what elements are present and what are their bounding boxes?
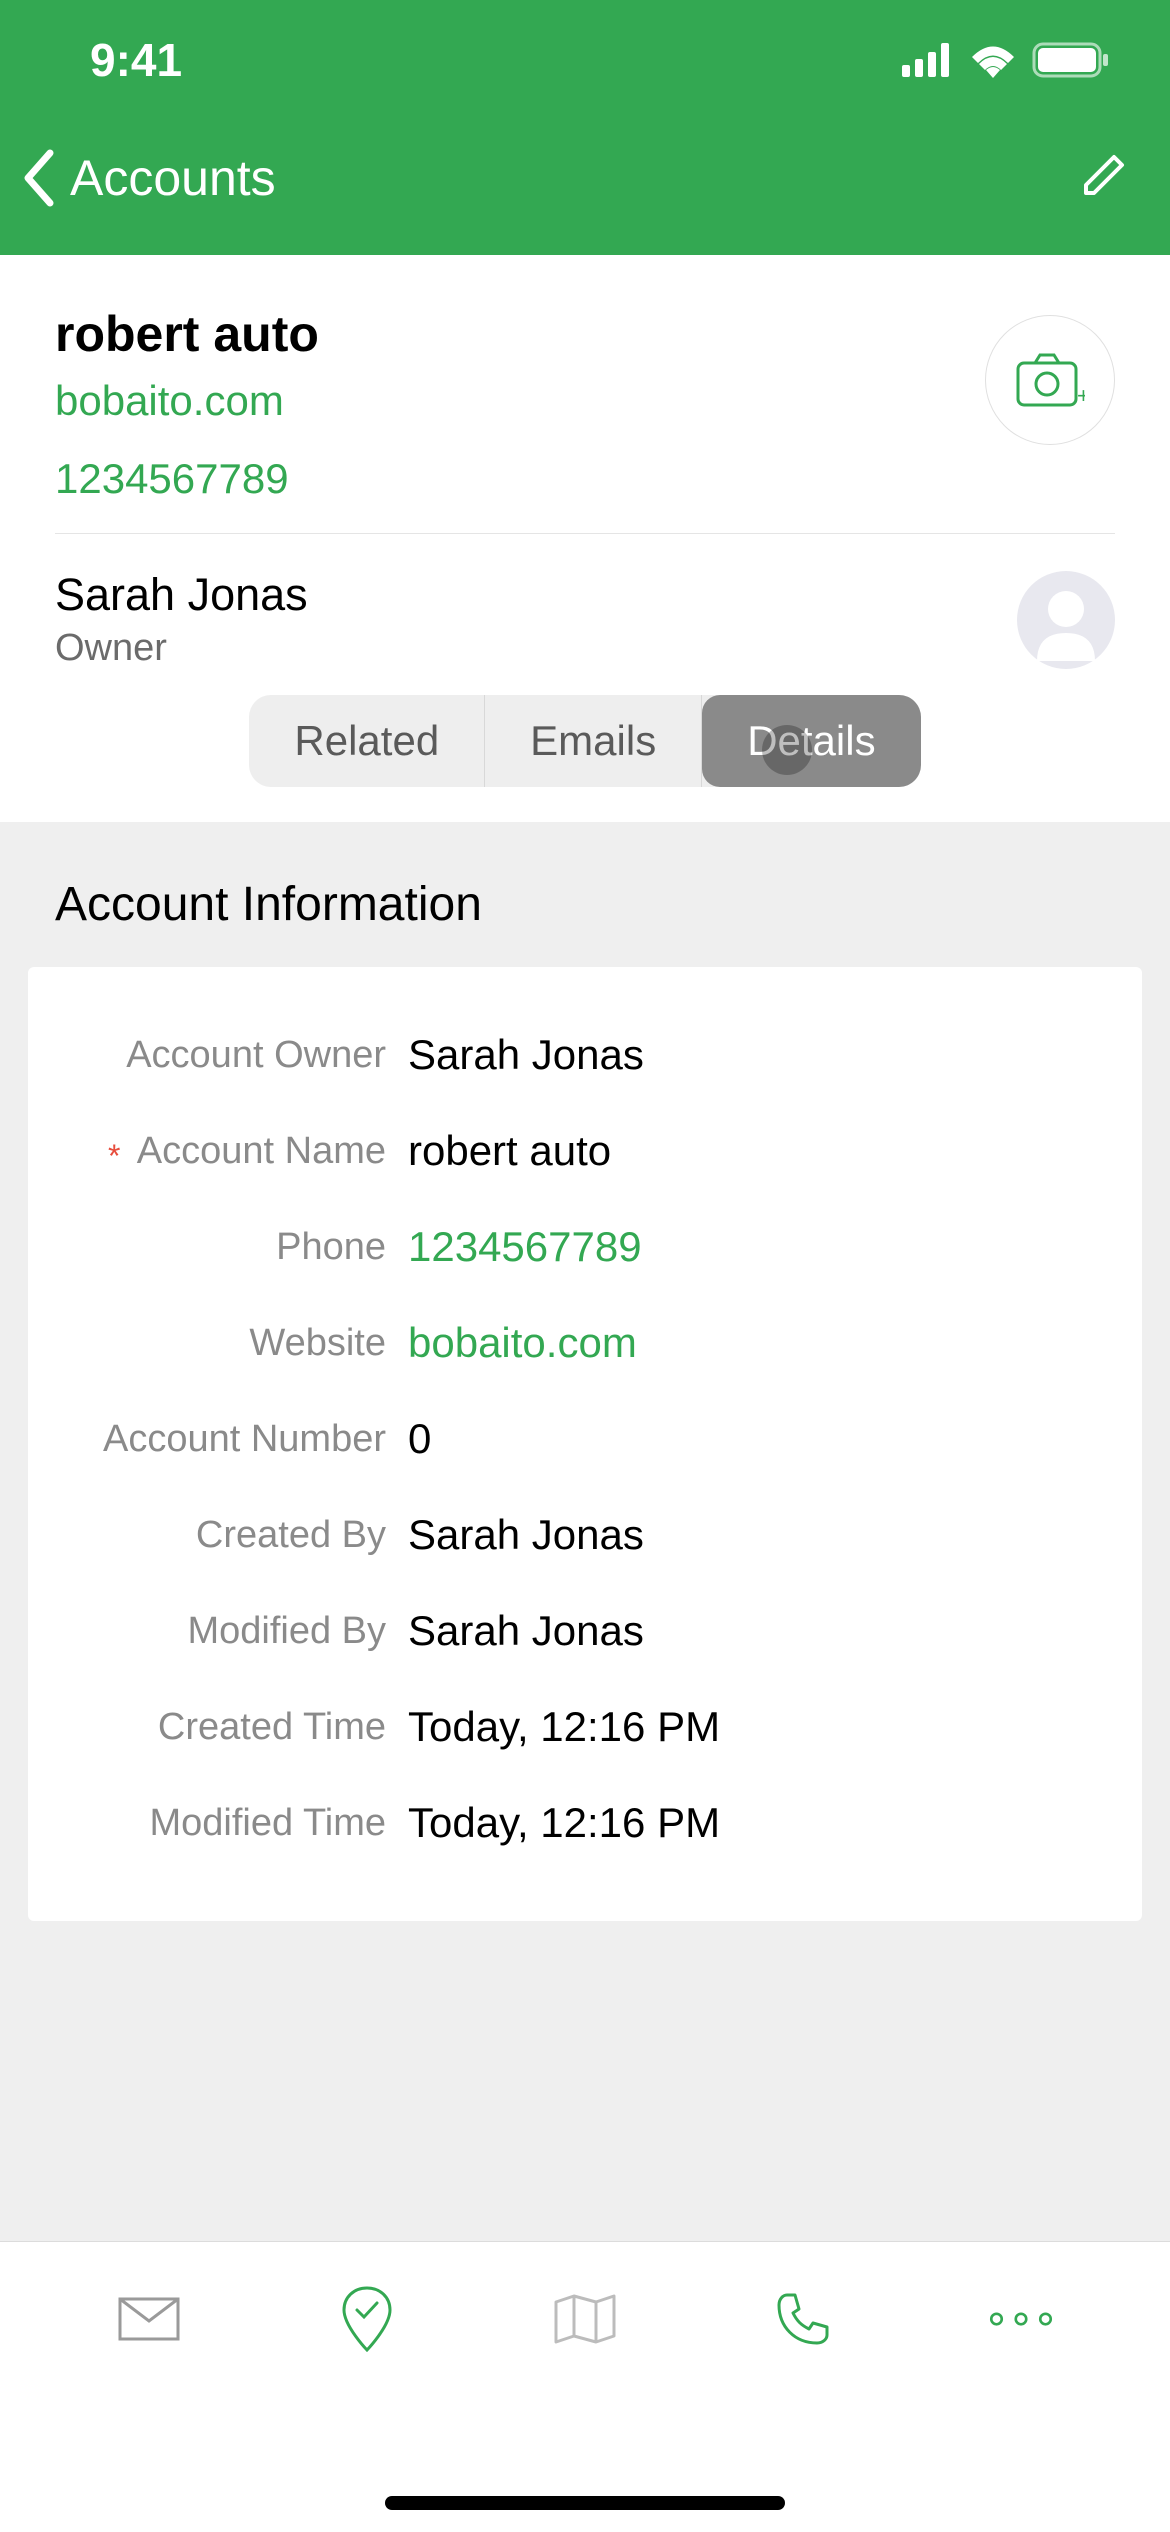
label-created-by: Created By — [68, 1514, 408, 1557]
owner-avatar — [1017, 571, 1115, 669]
owner-name: Sarah Jonas — [55, 569, 308, 621]
info-card: Account Owner Sarah Jonas * Account Name… — [28, 967, 1142, 1921]
edit-button[interactable] — [1078, 149, 1130, 206]
row-website: Website bobaito.com — [28, 1295, 1142, 1391]
row-account-number: Account Number 0 — [28, 1391, 1142, 1487]
account-name-title: robert auto — [55, 305, 319, 363]
tab-details[interactable]: Details — [702, 695, 920, 787]
map-icon — [552, 2292, 618, 2346]
location-check-icon — [340, 2286, 394, 2352]
svg-text:+: + — [1077, 383, 1085, 407]
mail-button[interactable] — [114, 2284, 184, 2354]
label-website: Website — [68, 1322, 408, 1365]
value-account-name: robert auto — [408, 1127, 611, 1175]
label-phone: Phone — [68, 1226, 408, 1269]
nav-bar: Accounts — [0, 120, 1170, 255]
chevron-left-icon — [20, 148, 60, 208]
row-account-name: * Account Name robert auto — [28, 1103, 1142, 1199]
account-information-section: Account Information Account Owner Sarah … — [0, 822, 1170, 2241]
cellular-icon — [902, 43, 954, 77]
tab-related[interactable]: Related — [249, 695, 485, 787]
label-account-owner: Account Owner — [68, 1034, 408, 1077]
checkin-button[interactable] — [332, 2284, 402, 2354]
phone-icon — [775, 2291, 831, 2347]
row-modified-by: Modified By Sarah Jonas — [28, 1583, 1142, 1679]
tap-indicator — [762, 725, 812, 775]
row-account-owner: Account Owner Sarah Jonas — [28, 1007, 1142, 1103]
label-modified-by: Modified By — [68, 1610, 408, 1653]
account-website-link[interactable]: bobaito.com — [55, 377, 319, 425]
row-created-by: Created By Sarah Jonas — [28, 1487, 1142, 1583]
tabs: Related Emails Details — [0, 695, 1170, 822]
value-created-time: Today, 12:16 PM — [408, 1703, 720, 1751]
more-icon — [986, 2309, 1056, 2329]
back-button[interactable]: Accounts — [20, 148, 276, 208]
status-time: 9:41 — [60, 33, 182, 87]
status-bar: 9:41 — [0, 0, 1170, 120]
value-account-number: 0 — [408, 1415, 431, 1463]
account-phone-link[interactable]: 1234567789 — [55, 455, 319, 503]
value-modified-time: Today, 12:16 PM — [408, 1799, 720, 1847]
account-header: robert auto bobaito.com 1234567789 + — [0, 255, 1170, 533]
owner-row[interactable]: Sarah Jonas Owner — [0, 534, 1170, 695]
value-website[interactable]: bobaito.com — [408, 1319, 637, 1367]
map-button[interactable] — [550, 2284, 620, 2354]
value-modified-by: Sarah Jonas — [408, 1607, 644, 1655]
bottom-toolbar — [0, 2241, 1170, 2396]
avatar-placeholder-icon — [1017, 571, 1115, 669]
pencil-icon — [1078, 149, 1130, 201]
row-modified-time: Modified Time Today, 12:16 PM — [28, 1775, 1142, 1871]
value-created-by: Sarah Jonas — [408, 1511, 644, 1559]
label-modified-time: Modified Time — [68, 1802, 408, 1845]
nav-title: Accounts — [70, 149, 276, 207]
required-star-icon: * — [108, 1138, 120, 1175]
label-created-time: Created Time — [68, 1706, 408, 1749]
camera-icon: + — [1015, 353, 1085, 407]
row-created-time: Created Time Today, 12:16 PM — [28, 1679, 1142, 1775]
row-phone: Phone 1234567789 — [28, 1199, 1142, 1295]
label-account-name: * Account Name — [68, 1130, 408, 1173]
section-title: Account Information — [0, 822, 1170, 967]
value-phone[interactable]: 1234567789 — [408, 1223, 642, 1271]
tab-emails[interactable]: Emails — [485, 695, 702, 787]
wifi-icon — [968, 42, 1018, 78]
status-icons — [902, 42, 1110, 78]
add-photo-button[interactable]: + — [985, 315, 1115, 445]
label-account-number: Account Number — [68, 1418, 408, 1461]
battery-icon — [1032, 42, 1110, 78]
home-indicator[interactable] — [385, 2496, 785, 2510]
call-button[interactable] — [768, 2284, 838, 2354]
mail-icon — [118, 2297, 180, 2341]
value-account-owner: Sarah Jonas — [408, 1031, 644, 1079]
more-button[interactable] — [986, 2284, 1056, 2354]
owner-label: Owner — [55, 627, 308, 670]
